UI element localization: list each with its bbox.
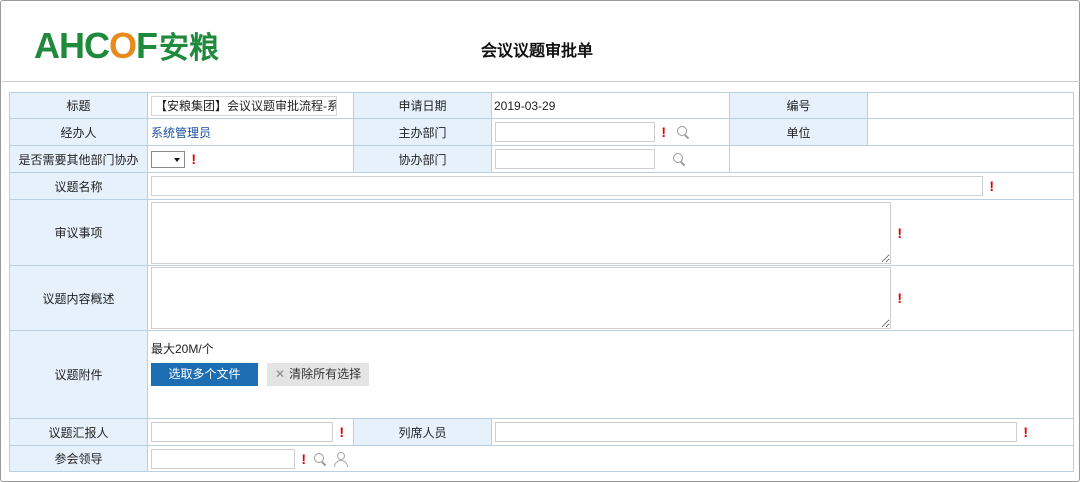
leaders-input[interactable] — [151, 448, 295, 469]
reporter-label: 议题汇报人 — [9, 418, 148, 446]
required-mark: ! — [661, 124, 667, 140]
attendees-label: 列席人员 — [353, 418, 492, 446]
reporter-input[interactable] — [151, 422, 333, 442]
topic-name-input[interactable] — [151, 176, 983, 196]
main-dept-cell: ! — [491, 118, 730, 146]
form-row-handler: 经办人 系统管理员 主办部门 ! 单位 — [9, 118, 1074, 146]
topic-summary-label: 议题内容概述 — [9, 265, 148, 331]
topic-summary-textarea[interactable] — [151, 267, 891, 329]
person-picker-icon[interactable] — [333, 451, 349, 467]
required-mark: ! — [191, 151, 197, 167]
handler-cell: 系统管理员 — [147, 118, 354, 146]
attachment-cell: 最大20M/个 选取多个文件 ✕ 清除所有选择 — [147, 330, 1074, 419]
page-title: 会议议题审批单 — [481, 43, 594, 60]
need-other-dept-label: 是否需要其他部门协办 — [9, 145, 148, 173]
select-files-button[interactable]: 选取多个文件 — [151, 363, 258, 386]
required-mark: ! — [1023, 424, 1029, 440]
attachment-label: 议题附件 — [9, 330, 148, 419]
main-dept-label: 主办部门 — [353, 118, 492, 146]
need-other-dept-select[interactable] — [151, 150, 185, 168]
required-mark: ! — [897, 290, 903, 306]
assist-dept-input[interactable] — [495, 149, 655, 169]
form-row-reporter: 议题汇报人 ! 列席人员 ! — [9, 418, 1074, 446]
topic-summary-cell: ! — [147, 265, 1074, 331]
form-row-topic-name: 议题名称 ! — [9, 172, 1074, 200]
form-row-review-items: 审议事项 ! — [9, 199, 1074, 266]
clear-selection-label: 清除所有选择 — [289, 367, 362, 381]
form-row-attachment: 议题附件 最大20M/个 选取多个文件 ✕ 清除所有选择 — [9, 330, 1074, 419]
review-items-cell: ! — [147, 199, 1074, 266]
handler-value: 系统管理员 — [151, 125, 212, 140]
form-row-assist: 是否需要其他部门协办 ! 协办部门 — [9, 145, 1074, 173]
company-logo: AHCOF安粮 — [34, 25, 220, 66]
assist-dept-cell — [491, 145, 730, 173]
apply-date-value: 2019-03-29 — [491, 92, 730, 119]
leaders-cell: ! — [147, 445, 1074, 472]
form-window: AHCOF安粮 会议议题审批单 标题 【安粮集团】会议议题审批流程-系统管 申请… — [0, 0, 1080, 482]
unit-label: 单位 — [729, 118, 868, 146]
handler-label: 经办人 — [9, 118, 148, 146]
topic-name-label: 议题名称 — [9, 172, 148, 200]
required-mark: ! — [989, 178, 995, 194]
serial-value — [867, 92, 1074, 119]
apply-date-label: 申请日期 — [353, 92, 492, 119]
attachment-size-hint: 最大20M/个 — [151, 342, 214, 356]
search-icon[interactable] — [672, 152, 686, 166]
main-dept-input[interactable] — [495, 122, 655, 142]
topic-name-cell: ! — [147, 172, 1074, 200]
close-icon: ✕ — [275, 367, 286, 381]
serial-label: 编号 — [729, 92, 868, 119]
page-header: AHCOF安粮 会议议题审批单 — [1, 1, 1080, 89]
need-other-dept-cell: ! — [147, 145, 354, 173]
review-items-label: 审议事项 — [9, 199, 148, 266]
attendees-input[interactable] — [495, 422, 1017, 442]
empty-cell — [729, 145, 1074, 173]
assist-dept-label: 协办部门 — [353, 145, 492, 173]
form-row-title: 标题 【安粮集团】会议议题审批流程-系统管 申请日期 2019-03-29 编号 — [9, 92, 1074, 119]
reporter-cell: ! — [147, 418, 354, 446]
leaders-label: 参会领导 — [9, 445, 148, 472]
attendees-cell: ! — [491, 418, 1074, 446]
required-mark: ! — [339, 424, 345, 440]
search-icon[interactable] — [313, 452, 327, 466]
search-icon[interactable] — [676, 125, 690, 139]
form-row-leaders: 参会领导 ! — [9, 445, 1074, 472]
title-field[interactable]: 【安粮集团】会议议题审批流程-系统管 — [151, 95, 337, 116]
form-row-topic-summary: 议题内容概述 ! — [9, 265, 1074, 331]
clear-selection-button[interactable]: ✕ 清除所有选择 — [267, 363, 370, 386]
title-label: 标题 — [9, 92, 148, 119]
review-items-textarea[interactable] — [151, 201, 891, 264]
required-mark: ! — [301, 450, 307, 467]
required-mark: ! — [897, 224, 903, 241]
header-divider — [2, 81, 1080, 82]
unit-value — [867, 118, 1074, 146]
approval-form-table: 标题 【安粮集团】会议议题审批流程-系统管 申请日期 2019-03-29 编号… — [9, 92, 1074, 472]
title-cell: 【安粮集团】会议议题审批流程-系统管 — [147, 92, 354, 119]
